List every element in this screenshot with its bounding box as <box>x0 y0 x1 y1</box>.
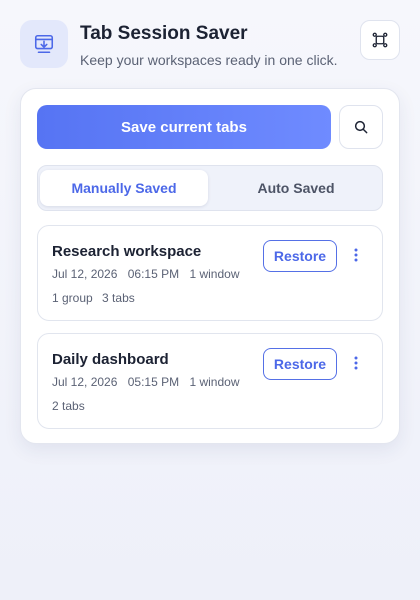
session-group-count: 1 group <box>52 291 93 305</box>
save-current-tabs-button[interactable]: Save current tabs <box>37 105 331 149</box>
tab-auto-saved[interactable]: Auto Saved <box>212 170 380 206</box>
tab-download-icon <box>20 20 68 68</box>
session-name: Daily dashboard <box>52 351 169 368</box>
search-icon <box>354 120 368 134</box>
session-counts: 2 tabs <box>52 399 85 413</box>
session-meta: Jul 12, 2026 05:15 PM 1 window <box>52 375 239 389</box>
session-counts: 1 group 3 tabs <box>52 291 135 305</box>
session-tabs: Manually Saved Auto Saved <box>37 165 383 211</box>
restore-button[interactable]: Restore <box>263 240 337 272</box>
more-vertical-icon <box>354 356 358 370</box>
more-options-button[interactable] <box>345 350 367 376</box>
session-date: Jul 12, 2026 <box>52 267 118 281</box>
session-card: Research workspace Jul 12, 2026 06:15 PM… <box>37 225 383 321</box>
session-window-count: 1 window <box>189 375 240 389</box>
session-window-count: 1 window <box>189 267 240 281</box>
restore-button[interactable]: Restore <box>263 348 337 380</box>
session-date: Jul 12, 2026 <box>52 375 118 389</box>
session-card: Daily dashboard Jul 12, 2026 05:15 PM 1 … <box>37 333 383 429</box>
session-meta: Jul 12, 2026 06:15 PM 1 window <box>52 267 239 281</box>
extension-settings-icon <box>372 32 388 48</box>
session-time: 06:15 PM <box>127 267 180 281</box>
session-time: 05:15 PM <box>127 375 180 389</box>
tab-manually-saved[interactable]: Manually Saved <box>40 170 208 206</box>
session-name: Research workspace <box>52 243 202 260</box>
search-button[interactable] <box>339 105 383 149</box>
app-title: Tab Session Saver <box>80 23 248 44</box>
more-vertical-icon <box>354 248 358 262</box>
session-tab-count: 3 tabs <box>102 291 135 305</box>
app-header: Tab Session Saver Keep your workspaces r… <box>20 20 400 70</box>
app-subtitle: Keep your workspaces ready in one click. <box>80 52 338 68</box>
session-tab-count: 2 tabs <box>52 399 85 413</box>
settings-button[interactable] <box>360 20 400 60</box>
more-options-button[interactable] <box>345 242 367 268</box>
sessions-panel: Save current tabs Manually Saved Auto Sa… <box>20 88 400 444</box>
